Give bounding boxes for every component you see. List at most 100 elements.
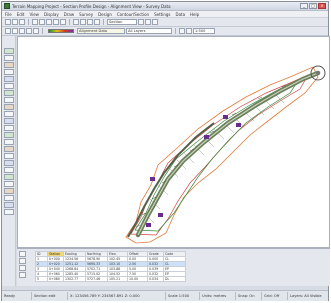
maximize-button[interactable]: □	[309, 3, 317, 9]
title-bar: Terrain Mapping Project - Section Profil…	[2, 2, 328, 11]
menu-draw[interactable]: Draw	[64, 12, 74, 17]
status-grid[interactable]: Grid: Off	[262, 292, 288, 300]
arc-tool-icon[interactable]	[33, 28, 39, 34]
contour-tool-icon[interactable]	[3, 90, 14, 96]
help-tool-icon[interactable]	[3, 209, 14, 215]
survey-marker	[204, 135, 209, 139]
profile-view-icon[interactable]	[186, 28, 192, 34]
table-cell[interactable]: 1302.77	[63, 276, 86, 282]
section-view-icon[interactable]	[179, 28, 185, 34]
table-cell[interactable]: 10.00	[127, 276, 148, 282]
open-folder-icon[interactable]	[12, 19, 18, 25]
table-row[interactable]: 5 0+080 1302.77 5727.46 105.21 10.00 0.0…	[35, 276, 186, 282]
print-tool-icon[interactable]	[3, 195, 14, 201]
toolbar-separator	[69, 19, 70, 25]
measure-distance-icon[interactable]	[3, 118, 14, 124]
offset-tool-icon[interactable]	[3, 139, 14, 145]
window-title: Terrain Mapping Project - Section Profil…	[12, 3, 171, 9]
menu-data[interactable]: Data	[175, 12, 185, 17]
table-cell[interactable]: 0.034	[147, 276, 164, 282]
menu-file[interactable]: File	[5, 12, 12, 17]
profile-tool-icon[interactable]	[3, 160, 14, 166]
dimension-tool-icon[interactable]	[3, 104, 14, 110]
menu-display[interactable]: Display	[44, 12, 59, 17]
toolbar-separator	[175, 28, 176, 34]
grid-icon[interactable]	[145, 19, 151, 25]
menu-help[interactable]: Help	[190, 12, 199, 17]
edit-tool-icon[interactable]	[3, 62, 14, 68]
table-cell[interactable]: DL	[163, 276, 186, 282]
section-select[interactable]: Section	[107, 19, 137, 25]
filter-icon[interactable]	[19, 265, 26, 271]
add-row-icon[interactable]	[19, 251, 26, 257]
hatch-tool-icon[interactable]	[3, 97, 14, 103]
layers-icon[interactable]	[152, 19, 158, 25]
scale-tool-icon[interactable]	[3, 83, 14, 89]
survey-marker	[236, 123, 241, 127]
import-tool-icon[interactable]	[3, 181, 14, 187]
paste-icon[interactable]	[46, 19, 52, 25]
move-tool-icon[interactable]	[3, 69, 14, 75]
table-cell[interactable]: 105.21	[107, 276, 128, 282]
menu-contour-section[interactable]: Contour/Section	[117, 12, 149, 17]
zoom-in-icon[interactable]	[73, 19, 79, 25]
line-tool-icon[interactable]	[5, 28, 11, 34]
new-file-icon[interactable]	[5, 19, 11, 25]
alignment-centerline	[137, 72, 319, 236]
attribute-table: ID Station Easting Northing Elev. Offset…	[35, 251, 186, 282]
delete-row-icon[interactable]	[19, 258, 26, 264]
point-tool-icon[interactable]	[19, 28, 25, 34]
toolbar-separator	[42, 28, 43, 34]
toolbar-separator	[28, 19, 29, 25]
close-button[interactable]: ×	[318, 3, 326, 9]
menu-survey[interactable]: Survey	[79, 12, 93, 17]
status-coordinates: X: 123456.789 Y: 234567.891 Z: 0.000	[68, 292, 166, 300]
menu-bar: File Edit View Display Draw Survey Desig…	[2, 11, 328, 18]
alignment-select[interactable]: Alignment Data	[77, 28, 125, 34]
cut-icon[interactable]	[32, 19, 38, 25]
undo-icon[interactable]	[53, 19, 59, 25]
rotate-tool-icon[interactable]	[3, 76, 14, 82]
survey-marker	[146, 223, 151, 227]
properties-tool-icon[interactable]	[3, 202, 14, 208]
menu-design[interactable]: Design	[98, 12, 112, 17]
volume-tool-icon[interactable]	[3, 174, 14, 180]
measure-icon[interactable]	[138, 19, 144, 25]
label-tool-icon[interactable]	[3, 111, 14, 117]
scale-select[interactable]: 1:500	[193, 28, 215, 34]
draw-tool-icon[interactable]	[3, 55, 14, 61]
pan-icon[interactable]	[87, 19, 93, 25]
copy-icon[interactable]	[39, 19, 45, 25]
secondary-road	[127, 122, 215, 238]
attribute-table-panel: ID Station Easting Northing Elev. Offset…	[17, 248, 330, 286]
table-cell[interactable]: 0+080	[47, 276, 64, 282]
layer-tool-icon[interactable]	[3, 48, 14, 54]
map-canvas[interactable]	[17, 36, 330, 248]
polyline-tool-icon[interactable]	[12, 28, 18, 34]
alignment-end-dot	[316, 71, 320, 75]
area-tool-icon[interactable]	[3, 125, 14, 131]
redo-icon[interactable]	[60, 19, 66, 25]
trim-tool-icon[interactable]	[3, 146, 14, 152]
menu-edit[interactable]: Edit	[17, 12, 25, 17]
select-icon[interactable]	[94, 19, 100, 25]
menu-view[interactable]: View	[29, 12, 39, 17]
export-tool-icon[interactable]	[3, 188, 14, 194]
table-toolbar	[19, 251, 26, 278]
zoom-out-icon[interactable]	[80, 19, 86, 25]
save-icon[interactable]	[19, 19, 25, 25]
contour-red	[130, 74, 309, 236]
application-window: Terrain Mapping Project - Section Profil…	[1, 1, 330, 301]
menu-settings[interactable]: Settings	[154, 12, 170, 17]
status-snap[interactable]: Snap: On	[236, 292, 262, 300]
extend-tool-icon[interactable]	[3, 153, 14, 159]
text-tool-icon[interactable]	[26, 28, 32, 34]
minimize-button[interactable]: _	[300, 3, 308, 9]
survey-marker	[223, 115, 228, 119]
table-cell[interactable]: 5	[35, 276, 48, 282]
point-edit-icon[interactable]	[3, 132, 14, 138]
table-cell[interactable]: 5727.46	[85, 276, 108, 282]
layer-select[interactable]: All Layers	[126, 28, 172, 34]
export-table-icon[interactable]	[19, 272, 26, 278]
section-tool-icon[interactable]	[3, 167, 14, 173]
